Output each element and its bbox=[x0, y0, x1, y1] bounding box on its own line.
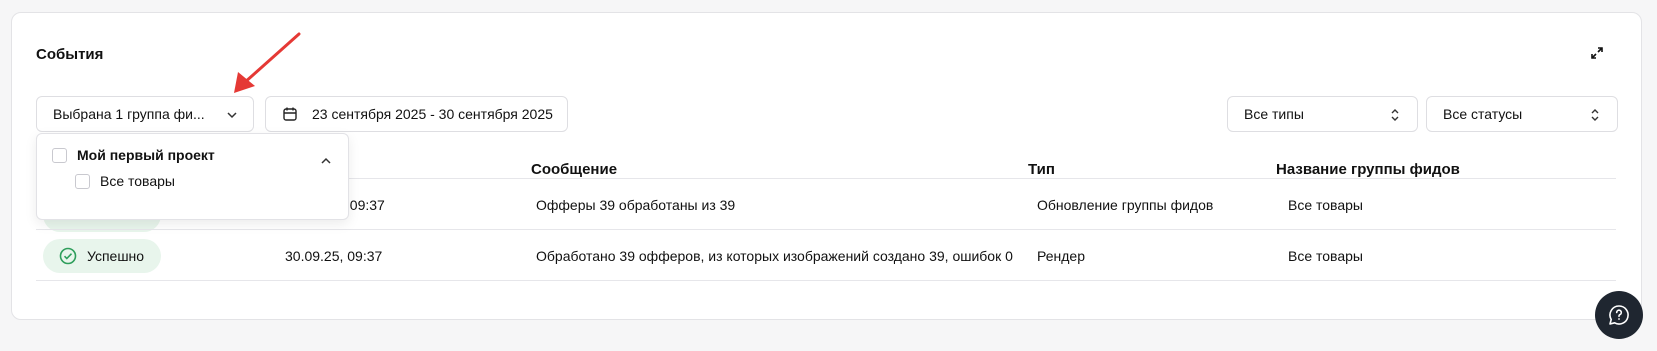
type-select[interactable]: Все типы bbox=[1227, 96, 1418, 132]
chevron-down-icon bbox=[227, 112, 237, 119]
project-checkbox[interactable] bbox=[52, 147, 67, 163]
column-header-type: Тип bbox=[1028, 161, 1055, 178]
feed-group-dropdown: Мой первый проект Все товары bbox=[36, 133, 349, 220]
feed-group-checkbox[interactable] bbox=[75, 173, 90, 189]
type-select-label: Все типы bbox=[1244, 106, 1304, 122]
updown-icon bbox=[1391, 109, 1399, 121]
row-type: Рендер bbox=[1037, 248, 1085, 264]
date-range-picker[interactable]: 23 сентября 2025 - 30 сентября 2025 bbox=[265, 96, 568, 132]
expand-icon[interactable] bbox=[1590, 46, 1604, 60]
row-message: Обработано 39 офферов, из которых изобра… bbox=[536, 248, 1013, 264]
status-badge: Успешно bbox=[43, 239, 161, 273]
row-divider bbox=[36, 280, 1616, 281]
row-feed-group: Все товары bbox=[1288, 197, 1363, 213]
check-circle-icon bbox=[59, 247, 77, 265]
project-option[interactable]: Мой первый проект bbox=[52, 147, 215, 163]
feed-group-select[interactable]: Выбрана 1 группа фи... bbox=[36, 96, 254, 132]
status-select[interactable]: Все статусы bbox=[1426, 96, 1618, 132]
row-feed-group: Все товары bbox=[1288, 248, 1363, 264]
column-header-feed-group: Название группы фидов bbox=[1276, 161, 1460, 178]
panel-title: События bbox=[36, 46, 104, 63]
column-header-message: Сообщение bbox=[531, 161, 618, 178]
project-option-label: Мой первый проект bbox=[77, 147, 215, 163]
feed-group-option-label: Все товары bbox=[100, 173, 175, 189]
status-select-label: Все статусы bbox=[1443, 106, 1523, 122]
help-chat-button[interactable] bbox=[1595, 291, 1643, 339]
updown-icon bbox=[1591, 109, 1599, 121]
row-type: Обновление группы фидов bbox=[1037, 197, 1214, 213]
row-divider bbox=[36, 229, 1616, 230]
calendar-icon bbox=[282, 106, 298, 122]
help-chat-icon bbox=[1609, 305, 1629, 325]
feed-group-select-label: Выбрана 1 группа фи... bbox=[53, 106, 205, 122]
row-message: Офферы 39 обработаны из 39 bbox=[536, 197, 736, 213]
events-panel: События Выбрана 1 группа фи... 23 сентяб… bbox=[11, 12, 1642, 320]
feed-group-option[interactable]: Все товары bbox=[75, 173, 175, 189]
status-badge-label: Успешно bbox=[87, 248, 145, 264]
date-range-label: 23 сентября 2025 - 30 сентября 2025 bbox=[312, 106, 553, 122]
chevron-up-icon[interactable] bbox=[320, 155, 332, 167]
row-datetime: 30.09.25, 09:37 bbox=[285, 248, 383, 264]
